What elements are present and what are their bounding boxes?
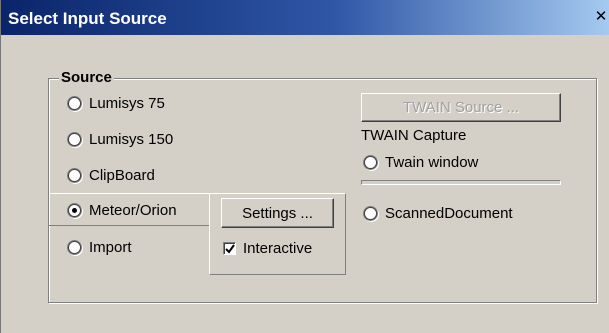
radio-dot-icon <box>68 204 81 217</box>
select-input-source-dialog: Select Input Source ✕ Source Lumisys 75 … <box>0 0 609 333</box>
interactive-checkbox[interactable]: Interactive <box>223 240 312 257</box>
check-icon <box>225 244 235 254</box>
twain-divider <box>361 180 561 185</box>
radio-import[interactable]: Import <box>68 239 132 256</box>
radio-button-icon <box>364 156 377 169</box>
radio-label: ScannedDocument <box>385 205 513 222</box>
radio-button-icon <box>68 97 81 110</box>
radio-label: Lumisys 150 <box>89 131 174 148</box>
radio-label: Lumisys 75 <box>89 95 165 112</box>
radio-twain-window[interactable]: Twain window <box>364 154 478 171</box>
twain-capture-label: TWAIN Capture <box>361 127 467 144</box>
radio-lumisys-150[interactable]: Lumisys 150 <box>68 131 173 148</box>
radio-scanned-document[interactable]: ScannedDocument <box>364 205 513 222</box>
radio-button-icon <box>68 133 81 146</box>
close-icon[interactable]: ✕ <box>594 9 608 25</box>
radio-meteor-orion[interactable]: Meteor/Orion <box>68 202 177 219</box>
radio-label: ClipBoard <box>89 167 155 184</box>
radio-button-icon <box>68 241 81 254</box>
radio-label: Meteor/Orion <box>89 202 177 219</box>
radio-button-icon <box>364 207 377 220</box>
title-bar[interactable]: Select Input Source ✕ <box>1 0 609 35</box>
radio-button-icon <box>68 169 81 182</box>
source-group-label: Source <box>59 69 114 87</box>
radio-lumisys-75[interactable]: Lumisys 75 <box>68 95 165 112</box>
radio-label: Import <box>89 239 132 256</box>
checkbox-box <box>223 242 236 255</box>
settings-button[interactable]: Settings ... <box>221 198 334 228</box>
radio-label: Twain window <box>385 154 479 171</box>
twain-source-button[interactable]: TWAIN Source ... <box>361 93 561 122</box>
window-title: Select Input Source <box>8 9 167 28</box>
checkbox-label: Interactive <box>243 240 313 257</box>
radio-clipboard[interactable]: ClipBoard <box>68 167 155 184</box>
